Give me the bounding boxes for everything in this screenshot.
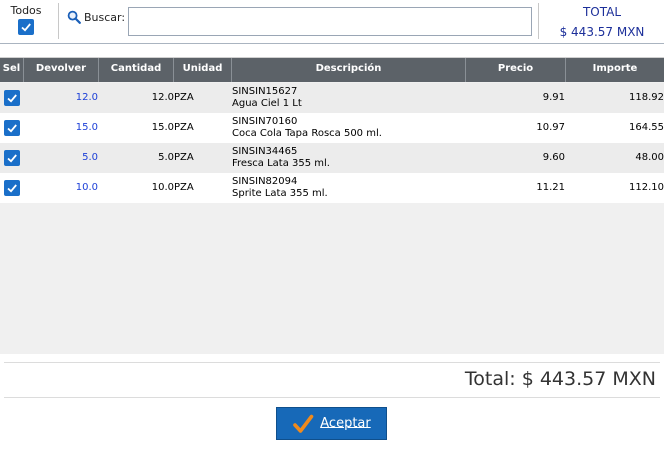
checkmark-icon [7, 184, 17, 193]
table-row[interactable]: 15.0 15.0 PZA SINSIN70160 Coca Cola Tapa… [0, 113, 664, 143]
cantidad-cell: 5.0 [158, 152, 174, 163]
unidad-cell: PZA [174, 182, 194, 193]
product-name: Coca Cola Tapa Rosca 500 ml. [232, 128, 382, 139]
footer-divider [4, 362, 660, 363]
orange-checkmark-icon [293, 414, 314, 433]
column-header-devolver[interactable]: Devolver [24, 58, 99, 82]
column-header-descripcion[interactable]: Descripción [232, 58, 466, 82]
table-row[interactable]: 10.0 10.0 PZA SINSIN82094 Sprite Lata 35… [0, 173, 664, 203]
search-label-group: Buscar: [67, 10, 125, 24]
divider [538, 3, 539, 39]
checkmark-icon [21, 23, 31, 32]
product-name: Fresca Lata 355 ml. [232, 158, 330, 169]
checkmark-icon [7, 154, 17, 163]
product-code: SINSIN70160 [232, 116, 298, 127]
items-table: Sel Devolver Cantidad Unidad Descripción… [0, 57, 664, 354]
devolver-cell[interactable]: 15.0 [24, 113, 98, 143]
importe-cell: 112.10 [629, 182, 664, 193]
search-input[interactable] [128, 7, 532, 36]
importe-cell: 48.00 [635, 152, 664, 163]
product-code: SINSIN82094 [232, 176, 298, 187]
importe-cell: 118.92 [629, 92, 664, 103]
total-title: TOTAL [582, 5, 622, 19]
row-select-checkbox[interactable] [0, 113, 24, 143]
descripcion-cell: SINSIN15627 Agua Ciel 1 Lt [232, 83, 464, 113]
descripcion-cell: SINSIN82094 Sprite Lata 355 ml. [232, 173, 464, 203]
column-header-importe[interactable]: Importe [566, 58, 664, 82]
devolver-cell[interactable]: 12.0 [24, 83, 98, 113]
precio-cell: 9.60 [542, 152, 565, 163]
unidad-cell: PZA [174, 122, 194, 133]
column-header-cantidad[interactable]: Cantidad [99, 58, 174, 82]
descripcion-cell: SINSIN34465 Fresca Lata 355 ml. [232, 143, 464, 173]
total-summary: TOTAL $ 443.57 MXN [540, 4, 664, 39]
select-all-checkbox[interactable] [18, 19, 34, 35]
select-all-group: Todos [6, 4, 46, 36]
precio-cell: 11.21 [536, 182, 565, 193]
devolver-cell[interactable]: 10.0 [24, 173, 98, 203]
importe-cell: 164.55 [629, 122, 664, 133]
footer-total: Total: $ 443.57 MXN [464, 368, 656, 390]
product-name: Agua Ciel 1 Lt [232, 98, 302, 109]
precio-cell: 10.97 [536, 122, 565, 133]
table-header: Sel Devolver Cantidad Unidad Descripción… [0, 58, 664, 82]
unidad-cell: PZA [174, 92, 194, 103]
row-select-checkbox[interactable] [0, 143, 24, 173]
row-select-checkbox[interactable] [0, 83, 24, 113]
product-code: SINSIN34465 [232, 146, 298, 157]
column-header-sel[interactable]: Sel [0, 58, 24, 82]
product-code: SINSIN15627 [232, 86, 298, 97]
row-select-checkbox[interactable] [0, 173, 24, 203]
search-label: Buscar: [84, 10, 126, 24]
descripcion-cell: SINSIN70160 Coca Cola Tapa Rosca 500 ml. [232, 113, 464, 143]
accept-label: Aceptar [320, 416, 371, 431]
accept-button[interactable]: Aceptar [276, 407, 387, 440]
checkmark-icon [7, 124, 17, 133]
column-header-unidad[interactable]: Unidad [174, 58, 232, 82]
checkmark-icon [7, 94, 17, 103]
search-icon [67, 10, 81, 24]
footer-divider [4, 397, 660, 398]
cantidad-cell: 15.0 [151, 122, 174, 133]
cantidad-cell: 12.0 [151, 92, 174, 103]
precio-cell: 9.91 [542, 92, 565, 103]
cantidad-cell: 10.0 [151, 182, 174, 193]
table-row[interactable]: 12.0 12.0 PZA SINSIN15627 Agua Ciel 1 Lt… [0, 83, 664, 113]
select-all-label: Todos [10, 4, 42, 17]
product-name: Sprite Lata 355 ml. [232, 188, 328, 199]
total-value: $ 443.57 MXN [559, 25, 645, 39]
devolver-cell[interactable]: 5.0 [24, 143, 98, 173]
toolbar-divider [0, 43, 664, 44]
top-toolbar: Todos Buscar: TOTAL $ 443.57 MXN [0, 0, 664, 44]
column-header-precio[interactable]: Precio [466, 58, 566, 82]
divider [58, 3, 59, 39]
table-row[interactable]: 5.0 5.0 PZA SINSIN34465 Fresca Lata 355 … [0, 143, 664, 173]
unidad-cell: PZA [174, 152, 194, 163]
